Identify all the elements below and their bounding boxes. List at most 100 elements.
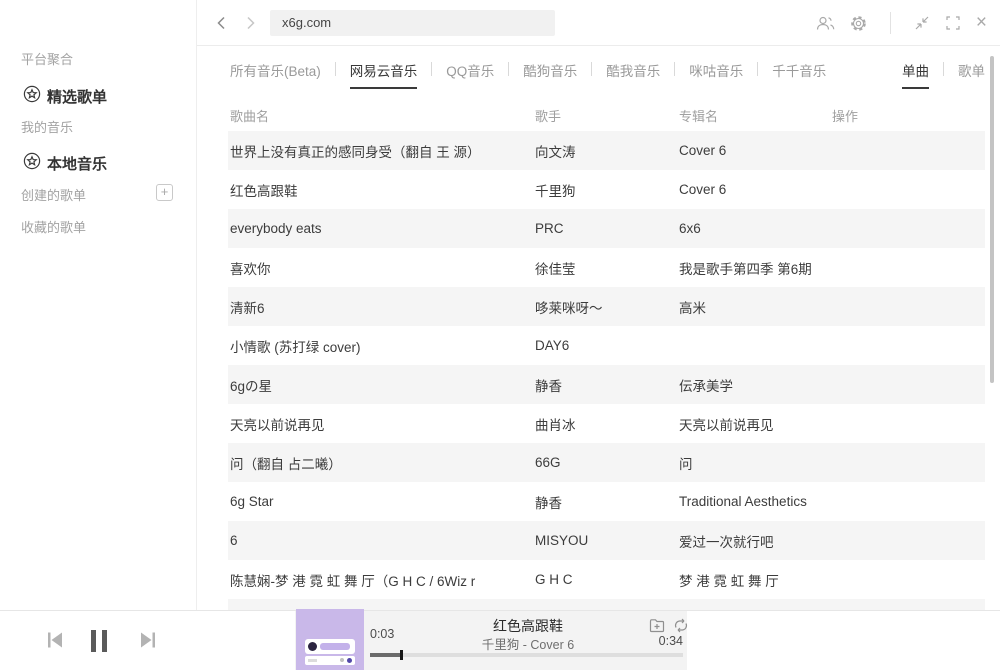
album-art-dot [340,658,344,662]
song-name-cell: 小情歌 (苏打绿 cover) [228,336,535,356]
tab-separator [943,62,944,76]
tab-playlists[interactable]: 歌单 [958,60,985,89]
artist-cell: 曲肖冰 [535,414,679,434]
add-to-playlist-icon[interactable] [649,618,665,633]
tab-qianqian[interactable]: 千千音乐 [772,60,826,89]
column-artist: 歌手 [535,106,679,125]
song-name-cell: 清新6 [228,297,535,317]
song-name-cell: 红色高跟鞋 [228,180,535,200]
artist-cell: PRC [535,221,679,236]
tab-all-music[interactable]: 所有音乐(Beta) [230,60,321,89]
close-icon[interactable]: × [976,15,987,31]
album-cell: Cover 6 [679,182,832,197]
column-actions: 操作 [832,106,985,125]
tab-separator [591,62,592,76]
artist-cell: MISYOU [535,533,679,548]
tab-migu[interactable]: 咪咕音乐 [689,60,743,89]
album-cell: 爱过一次就行吧 [679,531,832,551]
tab-separator [335,62,336,76]
fullscreen-icon[interactable] [945,15,961,31]
artist-cell: G H C [535,572,679,587]
artist-cell: 向文涛 [535,141,679,161]
table-row[interactable]: 喜欢你 徐佳莹 我是歌手第四季 第6期 [228,248,985,287]
album-cell: Traditional Aesthetics [679,494,832,509]
table-row[interactable]: 6g Star 静香 Traditional Aesthetics [228,482,985,521]
sidebar-item-collected-playlists[interactable]: 收藏的歌单 [21,217,86,236]
column-album: 专辑名 [679,106,832,125]
table-row[interactable]: 天亮以前说再见 曲肖冰 天亮以前说再见 [228,404,985,443]
artist-cell: 哆莱咪呀～ [535,297,679,317]
song-name-cell: 世界上没有真正的感同身受（翻自 王 源） [228,141,535,161]
add-playlist-button[interactable]: + [156,184,173,201]
sidebar-item-created-playlists[interactable]: 创建的歌单 [21,185,86,204]
tab-qq-music[interactable]: QQ音乐 [446,60,494,89]
star-circle-icon [23,152,41,170]
table-row[interactable]: 问（翻自 占二曦） 66G 问 [228,443,985,482]
song-title: 红色高跟鞋 [411,616,645,636]
back-icon[interactable] [214,15,230,31]
song-name-cell: 问（翻自 占二曦） [228,453,535,473]
album-art-footer-card [305,656,355,665]
artist-cell: 静香 [535,375,679,395]
album-cell: 伝承美学 [679,375,832,395]
sidebar-item-label: 本地音乐 [47,153,107,174]
top-bar: x6g.com [197,0,1000,46]
table-row[interactable]: 红色高跟鞋 千里狗 Cover 6 [228,170,985,209]
table-row[interactable]: 世界上没有真正的感同身受（翻自 王 源） 向文涛 Cover 6 [228,131,985,170]
main-content: x6g.com [197,0,1000,610]
progress-handle[interactable] [400,650,403,660]
app-window: 平台聚合 精选歌单 我的音乐 本地音乐 创建的歌单 + 收藏的歌单 [0,0,1000,670]
player-bar: 0:03 红色高跟鞋 千里狗 - Cover 6 0:34 [0,610,1000,670]
previous-track-icon[interactable] [45,631,64,649]
album-cell: Cover 6 [679,143,832,158]
sidebar-section-platform: 平台聚合 [21,49,73,68]
album-art-avatar [308,642,317,651]
artist-cell: DAY6 [535,338,679,353]
table-row[interactable]: 清新6 哆莱咪呀～ 高米 [228,287,985,326]
table-row[interactable]: 陈慧娴-梦 港 霓 虹 舞 厅（G H C / 6Wiz r G H C 梦 港… [228,560,985,599]
current-time: 0:03 [370,627,394,641]
pause-icon[interactable] [91,630,110,652]
song-name-cell: 6 [228,533,535,548]
settings-gear-icon[interactable] [850,15,867,32]
tab-singles[interactable]: 单曲 [902,60,929,89]
table-header: 歌曲名 歌手 专辑名 操作 [228,99,985,131]
total-time: 0:34 [659,634,683,648]
album-art-dot [347,658,352,663]
mode-tabs: 单曲 歌单 [902,60,985,89]
tab-separator [674,62,675,76]
source-tabs: 所有音乐(Beta) 网易云音乐 QQ音乐 酷狗音乐 酷我音乐 咪咕音乐 千千音… [230,60,985,92]
next-track-icon[interactable] [139,631,158,649]
tab-kugou[interactable]: 酷狗音乐 [523,60,577,89]
table-row[interactable]: 小情歌 (苏打绿 cover) DAY6 [228,326,985,365]
progress-bar[interactable] [370,653,683,657]
album-art-post-card [305,639,355,654]
album-art[interactable] [296,609,364,670]
album-cell: 梦 港 霓 虹 舞 厅 [679,570,832,590]
song-name-cell: 6gの星 [228,375,535,395]
song-name-cell: everybody eats [228,221,535,236]
album-cell: 高米 [679,297,832,317]
search-input[interactable]: x6g.com [270,10,555,36]
table-row[interactable]: 6 MISYOU 爱过一次就行吧 [228,521,985,560]
vertical-scrollbar[interactable] [990,56,994,383]
now-playing-panel: 0:03 红色高跟鞋 千里狗 - Cover 6 0:34 [295,611,687,670]
window-controls: × [816,0,987,46]
tab-separator [431,62,432,76]
tab-separator [508,62,509,76]
progress-fill [370,653,401,657]
forward-icon[interactable] [242,15,258,31]
sidebar-item-local-music[interactable]: 本地音乐 [0,151,197,175]
song-name-cell: 陈慧娴-梦 港 霓 虹 舞 厅（G H C / 6Wiz r [228,570,535,590]
tab-kuwo[interactable]: 酷我音乐 [606,60,660,89]
table-row[interactable]: 6gの星 静香 伝承美学 [228,365,985,404]
repeat-icon[interactable] [673,618,689,633]
table-row[interactable]: everybody eats PRC 6x6 [228,209,985,248]
song-list: 世界上没有真正的感同身受（翻自 王 源） 向文涛 Cover 6 红色高跟鞋 千… [228,131,985,599]
sidebar-item-featured-playlists[interactable]: 精选歌单 [0,84,197,108]
artist-cell: 徐佳莹 [535,258,679,278]
tab-netease[interactable]: 网易云音乐 [350,60,418,89]
users-icon[interactable] [816,15,835,32]
minimize-window-icon[interactable] [914,15,930,31]
artist-cell: 千里狗 [535,180,679,200]
